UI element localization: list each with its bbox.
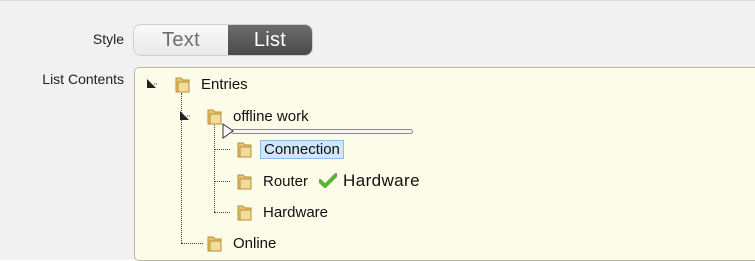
drag-preview-label: Hardware [343, 171, 420, 190]
tree-connector [214, 212, 230, 213]
tree-node-connection[interactable]: Connection [236, 138, 344, 160]
drop-indicator [231, 129, 413, 134]
folder-icon [237, 142, 252, 158]
tree-node-label: Hardware [263, 203, 329, 221]
tree-connector [214, 181, 230, 182]
tree-node-label: Entries [201, 75, 248, 93]
tree-node-root[interactable]: Entries [174, 73, 251, 95]
style-option-list[interactable]: List [228, 25, 312, 55]
checkmark-icon [319, 173, 338, 188]
list-style-panel: Style List Contents Text List Entries of… [0, 0, 755, 261]
style-option-text[interactable]: Text [134, 25, 228, 55]
folder-icon [237, 205, 252, 221]
folder-icon [207, 236, 222, 252]
style-toggle: Text List [133, 24, 313, 56]
style-label: Style [92, 31, 124, 47]
list-contents-label: List Contents [42, 71, 124, 87]
folder-icon [237, 174, 252, 190]
folder-icon [175, 77, 190, 93]
collapse-arrow-icon[interactable] [145, 77, 159, 91]
drop-arrow-icon [222, 123, 234, 139]
tree-node-hardware[interactable]: Hardware [236, 201, 331, 223]
tree-connector [214, 125, 215, 212]
tree-node-online[interactable]: Online [206, 232, 279, 254]
tree-node-label: Connection [260, 139, 344, 159]
tree-connector [181, 243, 203, 244]
tree-node-router[interactable]: Router Hardware [236, 170, 420, 192]
collapse-arrow-icon[interactable] [178, 109, 192, 123]
tree-node-label: offline work [233, 107, 309, 125]
tree-connector [214, 149, 230, 150]
tree-node-label: Online [233, 234, 277, 252]
tree-node-label: Router [263, 172, 309, 190]
